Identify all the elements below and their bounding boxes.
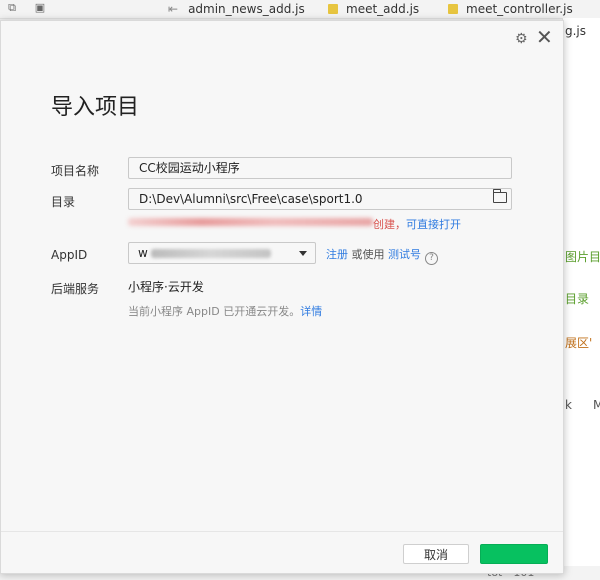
js-file-icon <box>328 4 338 14</box>
register-link[interactable]: 注册 <box>326 248 348 261</box>
tab-label: admin_news_add.js <box>188 2 305 16</box>
or-use-text: 或使用 <box>348 248 388 261</box>
project-name-input[interactable]: CC校园运动小程序 <box>128 157 512 179</box>
code-text: 目录 <box>565 292 590 306</box>
backend-note: 当前小程序 AppID 已开通云开发。详情 <box>128 303 322 319</box>
code-text: 图片目 <box>565 250 600 264</box>
folder-icon[interactable] <box>492 189 507 203</box>
appid-select[interactable]: w <box>128 242 316 264</box>
backend-value: 小程序·云开发 <box>128 280 204 294</box>
gear-icon[interactable]: ⚙ <box>515 31 528 47</box>
chevron-down-icon <box>299 251 307 256</box>
import-button[interactable] <box>480 544 548 564</box>
import-project-dialog: ⚙ ✕ 导入项目 项目名称 CC校园运动小程序 目录 D:\Dev\Alumni… <box>0 20 564 574</box>
tab-label: meet_controller.js <box>466 2 573 16</box>
tab-meet-add[interactable]: meet_add.js <box>328 0 419 18</box>
redacted-warning <box>128 218 373 226</box>
directory-label: 目录 <box>51 195 76 209</box>
explorer-icon[interactable]: ⧉ <box>6 2 18 14</box>
panel-tab[interactable]: k <box>565 398 572 412</box>
backend-note-text: 当前小程序 AppID 已开通云开发。 <box>128 305 301 318</box>
warning-text: 创建， <box>373 218 406 231</box>
directory-input[interactable]: D:\Dev\Alumni\src\Free\case\sport1.0 <box>128 188 512 210</box>
appid-value: w <box>138 246 148 260</box>
dialog-title: 导入项目 <box>51 95 140 120</box>
project-name-value: CC校园运动小程序 <box>139 161 240 175</box>
tab-partial[interactable]: g.js <box>565 24 586 38</box>
directory-warning: 创建，可直接打开 <box>373 216 461 232</box>
open-directly-link[interactable]: 可直接打开 <box>406 218 461 231</box>
details-link[interactable]: 详情 <box>300 305 322 318</box>
js-file-icon <box>448 4 458 14</box>
panel-tab[interactable]: M <box>593 398 600 412</box>
directory-value: D:\Dev\Alumni\src\Free\case\sport1.0 <box>139 192 363 206</box>
appid-links: 注册 或使用 测试号? <box>326 246 438 265</box>
close-icon[interactable]: ✕ <box>536 25 553 49</box>
project-name-label: 项目名称 <box>51 164 100 178</box>
help-icon[interactable]: ? <box>425 252 438 265</box>
tab-admin-news-add[interactable]: ⇤ admin_news_add.js <box>168 0 305 18</box>
test-account-link[interactable]: 测试号 <box>388 248 421 261</box>
tab-label: meet_add.js <box>346 2 420 16</box>
back-arrow-icon: ⇤ <box>168 2 179 16</box>
editor-tab-bar: ⧉ ▣ ⇤ admin_news_add.js meet_add.js meet… <box>0 0 600 19</box>
backend-label: 后端服务 <box>51 282 100 296</box>
appid-label: AppID <box>51 248 88 262</box>
redacted-appid <box>151 249 271 258</box>
footer-divider <box>1 531 563 532</box>
cancel-button[interactable]: 取消 <box>403 544 469 564</box>
save-icon[interactable]: ▣ <box>34 2 46 14</box>
tab-meet-controller[interactable]: meet_controller.js <box>448 0 573 18</box>
background-editor-panel: g.js 图片目 目录 展区' k M <box>562 18 600 580</box>
code-text: 展区' <box>565 336 593 350</box>
